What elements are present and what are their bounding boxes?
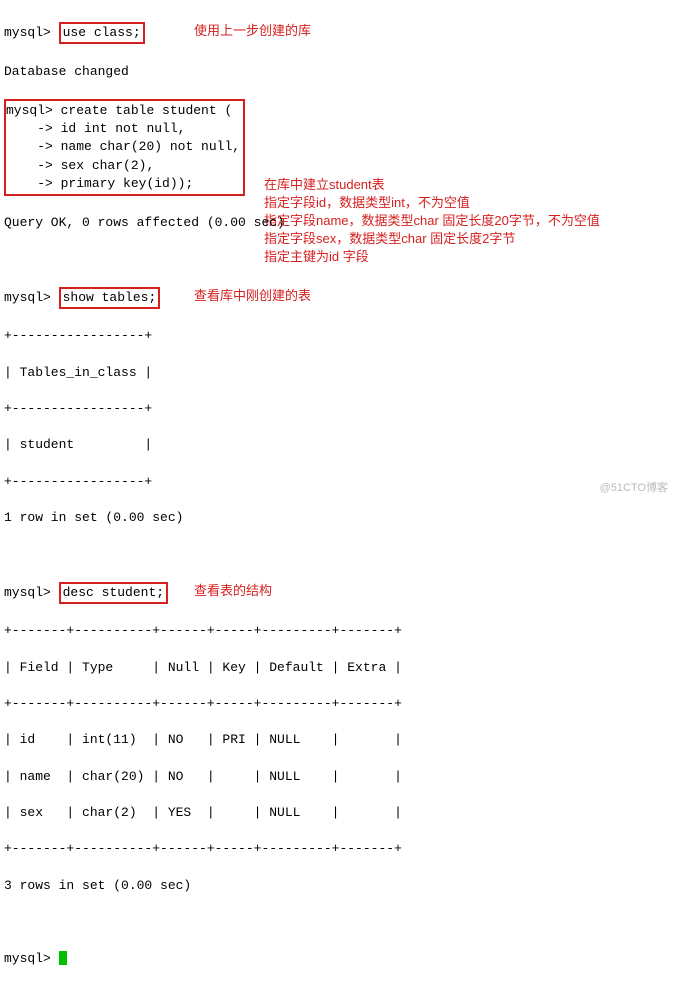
table-border: +-----------------+ bbox=[4, 473, 670, 491]
terminal-output: mysql> use class; 使用上一步创建的库 Database chan… bbox=[0, 0, 674, 990]
annotation-create-title: 在库中建立student表 bbox=[264, 176, 385, 194]
output-query-ok: Query OK, 0 rows affected (0.00 sec) bbox=[4, 214, 670, 232]
annotation-field-sex: 指定字段sex，数据类型char 固定长度2字节 bbox=[264, 230, 515, 248]
desc-border: +-------+----------+------+-----+-------… bbox=[4, 695, 670, 713]
desc-row-sex: | sex | char(2) | YES | | NULL | | bbox=[4, 804, 670, 822]
cmd-show-tables: show tables; bbox=[59, 287, 161, 309]
annotation-desc: 查看表的结构 bbox=[194, 582, 272, 600]
cursor[interactable] bbox=[59, 951, 67, 965]
table-row: | student | bbox=[4, 436, 670, 454]
desc-border: +-------+----------+------+-----+-------… bbox=[4, 622, 670, 640]
watermark: @51CTO博客 bbox=[600, 481, 668, 496]
cmd-create-table: mysql> create table student ( -> id int … bbox=[4, 99, 245, 196]
table-border: +-----------------+ bbox=[4, 327, 670, 345]
cmd-desc-student: desc student; bbox=[59, 582, 168, 604]
cmd-use-class: use class; bbox=[59, 22, 145, 44]
annotation-show-tables: 查看库中刚创建的表 bbox=[194, 287, 311, 305]
output-rows-count: 1 row in set (0.00 sec) bbox=[4, 509, 670, 527]
prompt: mysql> bbox=[4, 951, 51, 966]
desc-border: +-------+----------+------+-----+-------… bbox=[4, 840, 670, 858]
prompt: mysql> bbox=[4, 25, 51, 40]
annotation-use-db: 使用上一步创建的库 bbox=[194, 22, 311, 40]
table-border: +-----------------+ bbox=[4, 400, 670, 418]
desc-row-id: | id | int(11) | NO | PRI | NULL | | bbox=[4, 731, 670, 749]
table-header: | Tables_in_class | bbox=[4, 364, 670, 382]
desc-row-name: | name | char(20) | NO | | NULL | | bbox=[4, 768, 670, 786]
annotation-field-id: 指定字段id，数据类型int，不为空值 bbox=[264, 194, 470, 212]
output-db-changed: Database changed bbox=[4, 63, 670, 81]
output-rows-count: 3 rows in set (0.00 sec) bbox=[4, 877, 670, 895]
desc-header: | Field | Type | Null | Key | Default | … bbox=[4, 659, 670, 677]
